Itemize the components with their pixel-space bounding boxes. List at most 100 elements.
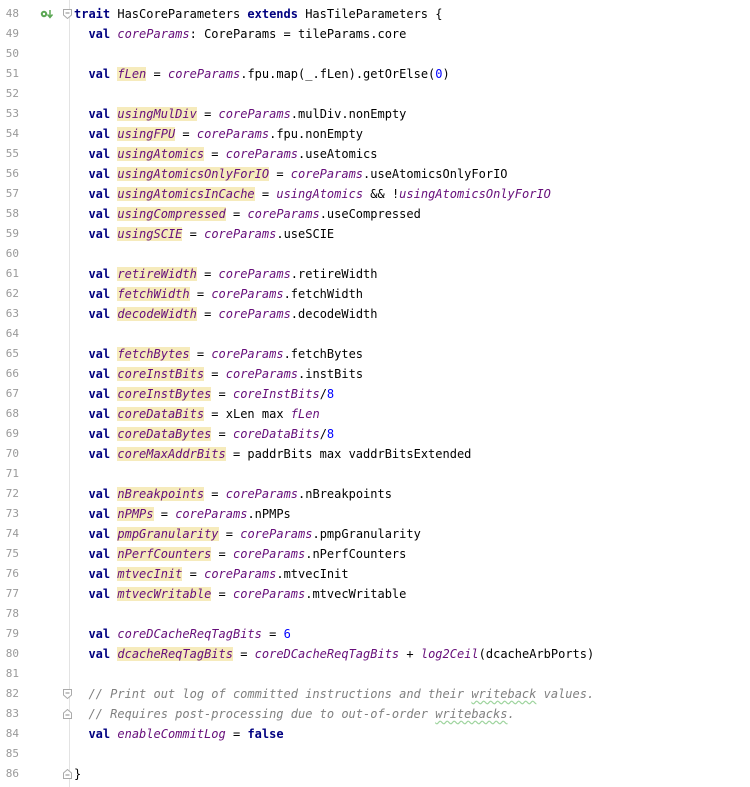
fold-close-icon[interactable] [63,709,72,719]
code-line[interactable]: 57 val usingAtomicsInCache = usingAtomic… [0,184,750,204]
line-number: 57 [5,187,19,200]
line-number: 82 [5,687,19,700]
code-content: val coreInstBits = coreParams.instBits [74,364,363,384]
line-number: 77 [5,587,19,600]
code-line[interactable]: 77 val mtvecWritable = coreParams.mtvecW… [0,584,750,604]
code-line[interactable]: 73 val nPMPs = coreParams.nPMPs [0,504,750,524]
code-line[interactable]: 82 // Print out log of committed instruc… [0,684,750,704]
identifier: coreParams [225,487,299,501]
code-line[interactable]: 62 val fetchWidth = coreParams.fetchWidt… [0,284,750,304]
code-content: val pmpGranularity = coreParams.pmpGranu… [74,524,421,544]
declared-identifier: dcacheReqTagBits [117,647,233,661]
code-line[interactable]: 79 val coreDCacheReqTagBits = 6 [0,624,750,644]
code-text: .pmpGranularity [312,527,421,541]
code-line[interactable]: 56 val usingAtomicsOnlyForIO = coreParam… [0,164,750,184]
fold-close-icon[interactable] [63,769,72,779]
code-line[interactable]: 60 [0,244,750,264]
declared-identifier: usingAtomicsOnlyForIO [117,167,270,181]
code-line[interactable]: 78 [0,604,750,624]
identifier: coreParams [290,167,364,181]
code-line[interactable]: 86} [0,764,750,784]
code-line[interactable]: 72 val nBreakpoints = coreParams.nBreakp… [0,484,750,504]
code-content: val fetchBytes = coreParams.fetchBytes [74,344,363,364]
code-line[interactable]: 51 val fLen = coreParams.fpu.map(_.fLen)… [0,64,750,84]
code-line[interactable]: 75 val nPerfCounters = coreParams.nPerfC… [0,544,750,564]
declared-identifier: fetchBytes [117,347,190,361]
code-line[interactable]: 54 val usingFPU = coreParams.fpu.nonEmpt… [0,124,750,144]
code-line[interactable]: 70 val coreMaxAddrBits = paddrBits max v… [0,444,750,464]
code-line[interactable]: 61 val retireWidth = coreParams.retireWi… [0,264,750,284]
code-text: = paddrBits max vaddrBitsExtended [225,447,472,461]
fold-open-icon[interactable] [63,9,72,19]
line-number: 84 [5,727,19,740]
code-content: trait HasCoreParameters extends HasTileP… [74,4,442,24]
code-text: = [211,587,233,601]
code-content: val nBreakpoints = coreParams.nBreakpoin… [74,484,392,504]
code-content: val coreParams: CoreParams = tileParams.… [74,24,406,44]
code-text: .mtvecInit [276,567,349,581]
implements-arrow-icon[interactable] [40,9,54,20]
code-line[interactable]: 48 trait HasCoreParameters extends HasTil… [0,4,750,24]
fold-open-icon[interactable] [63,689,72,699]
code-line[interactable]: 50 [0,44,750,64]
code-line[interactable]: 65 val fetchBytes = coreParams.fetchByte… [0,344,750,364]
declared-identifier: mtvecWritable [117,587,212,601]
code-line[interactable]: 64 [0,324,750,344]
code-line[interactable]: 63 val decodeWidth = coreParams.decodeWi… [0,304,750,324]
code-line[interactable]: 58 val usingCompressed = coreParams.useC… [0,204,750,224]
code-text: .useAtomicsOnlyForIO [363,167,508,181]
code-text: .fetchBytes [283,347,364,361]
code-line[interactable]: 69 val coreDataBytes = coreDataBits/8 [0,424,750,444]
code-line[interactable]: 66 val coreInstBits = coreParams.instBit… [0,364,750,384]
line-number: 58 [5,207,19,220]
code-line[interactable]: 76 val mtvecInit = coreParams.mtvecInit [0,564,750,584]
code-line[interactable]: 68 val coreDataBits = xLen max fLen [0,404,750,424]
code-line[interactable]: 81 [0,664,750,684]
code-content: val coreMaxAddrBits = paddrBits max vadd… [74,444,471,464]
code-text: / [319,387,327,401]
code-content: val usingAtomicsInCache = usingAtomics &… [74,184,551,204]
code-line[interactable]: 83 // Requires post-processing due to ou… [0,704,750,724]
keyword: val [88,547,111,561]
code-text: .nBreakpoints [298,487,392,501]
code-text: && ! [363,187,400,201]
declared-identifier: nPerfCounters [117,547,212,561]
line-number: 60 [5,247,19,260]
declared-identifier: coreInstBytes [117,387,212,401]
line-number: 78 [5,607,19,620]
declared-identifier: usingCompressed [117,207,226,221]
keyword: val [88,647,111,661]
code-text: / [319,427,327,441]
code-line[interactable]: 67 val coreInstBytes = coreInstBits/8 [0,384,750,404]
keyword: val [88,67,111,81]
code-line[interactable]: 53 val usingMulDiv = coreParams.mulDiv.n… [0,104,750,124]
code-line[interactable]: 55 val usingAtomics = coreParams.useAtom… [0,144,750,164]
identifier: coreInstBits [232,387,320,401]
code-text: = [232,647,255,661]
code-text: = [175,127,197,141]
code-line[interactable]: 49 val coreParams: CoreParams = tilePara… [0,24,750,44]
code-line[interactable]: 74 val pmpGranularity = coreParams.pmpGr… [0,524,750,544]
number-literal: 8 [326,387,335,401]
code-line[interactable]: 71 [0,464,750,484]
code-line[interactable]: 52 [0,84,750,104]
keyword: val [88,167,111,181]
line-number: 79 [5,627,19,640]
code-text: = [218,527,241,541]
declared-identifier: mtvecInit [117,567,183,581]
code-line[interactable]: 85 [0,744,750,764]
code-line[interactable]: 80 val dcacheReqTagBits = coreDCacheReqT… [0,644,750,664]
code-line[interactable]: 59 val usingSCIE = coreParams.useSCIE [0,224,750,244]
code-text: .nPerfCounters [305,547,407,561]
code-line[interactable]: 84 val enableCommitLog = false [0,724,750,744]
code-text: = [182,567,205,581]
identifier: fLen [290,407,320,421]
declared-identifier: usingFPU [117,127,176,141]
keyword: val [88,427,111,441]
identifier: log2Ceil [420,647,479,661]
code-content: val mtvecWritable = coreParams.mtvecWrit… [74,584,406,604]
